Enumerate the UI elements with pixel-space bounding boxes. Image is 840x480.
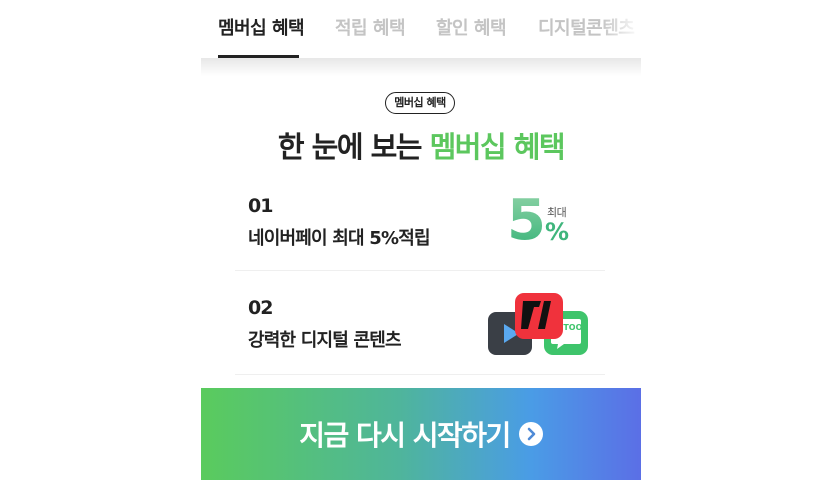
tab-discount-benefits[interactable]: 할인 혜택 <box>436 14 507 40</box>
tab-scroll-fade <box>601 0 641 58</box>
chevron-right-circle-icon <box>518 422 543 446</box>
benefit-title: 강력한 디지털 콘텐츠 <box>248 330 402 351</box>
tab-shadow <box>201 58 641 76</box>
section-headline: 한 눈에 보는 멤버십 혜택 <box>201 124 641 166</box>
benefit-tab-bar: 멤버십 혜택 적립 혜택 할인 혜택 디지털콘텐츠 <box>201 0 641 60</box>
reward-percent-unit: % <box>545 218 570 246</box>
headline-highlight: 멤버십 혜택 <box>429 130 566 164</box>
membership-benefits-page: 멤버십 혜택 적립 혜택 할인 혜택 디지털콘텐츠 멤버십 혜택 한 눈에 보는… <box>0 0 840 480</box>
headline-prefix: 한 눈에 보는 <box>277 130 430 164</box>
cta-label: 지금 다시 시작하기 <box>299 419 511 452</box>
benefit-title: 네이버페이 최대 5%적립 <box>248 228 431 249</box>
restart-membership-button[interactable]: 지금 다시 시작하기 <box>201 388 641 480</box>
benefit-divider <box>235 270 605 271</box>
reward-percent-value: 5 <box>507 188 546 253</box>
benefit-number: 02 <box>248 297 273 319</box>
benefit-number: 01 <box>248 195 273 217</box>
section-badge: 멤버십 혜택 <box>385 92 455 114</box>
vlive-icon <box>515 293 563 339</box>
tab-reward-benefits[interactable]: 적립 혜택 <box>335 14 406 40</box>
benefit-divider <box>235 374 605 375</box>
tab-membership-benefits[interactable]: 멤버십 혜택 <box>218 14 305 40</box>
